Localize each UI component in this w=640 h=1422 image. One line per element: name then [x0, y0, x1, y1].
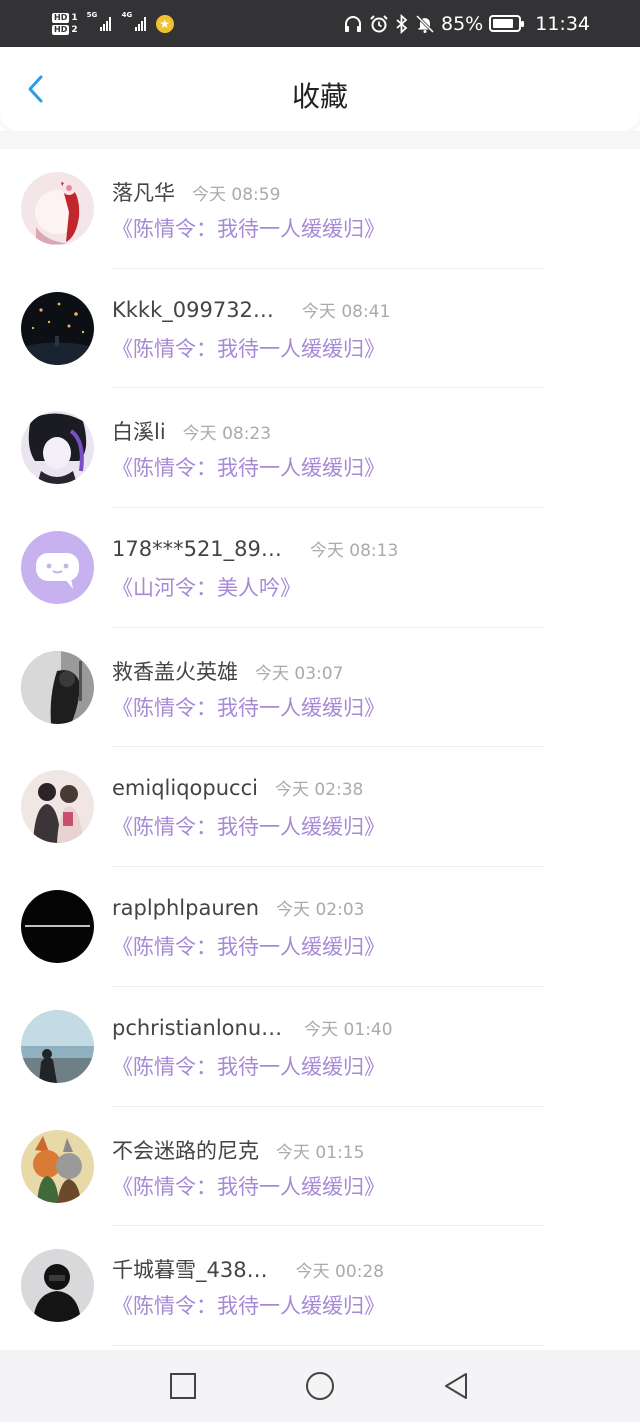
system-nav-bar [0, 1350, 640, 1422]
work-link[interactable]: 《山河令：美人吟》 [112, 572, 301, 602]
work-link[interactable]: 《陈情令：我待一人缓缓归》 [112, 213, 385, 243]
avatar[interactable] [21, 1249, 94, 1323]
user-name[interactable]: 救香盖火英雄 [112, 656, 238, 686]
home-button[interactable] [304, 1370, 336, 1402]
recent-apps-button[interactable] [167, 1370, 199, 1402]
back-triangle-icon [445, 1373, 467, 1399]
favorites-list: 落凡华 今天 08:59 《陈情令：我待一人缓缓归》 Kkkk_099732… … [0, 149, 640, 1346]
list-item[interactable]: 白溪li 今天 08:23 《陈情令：我待一人缓缓归》 [0, 388, 640, 509]
work-link[interactable]: 《陈情令：我待一人缓缓归》 [112, 1290, 385, 1320]
user-name[interactable]: 白溪li [112, 416, 166, 446]
signal-5g-icon: 5G [87, 11, 111, 31]
battery-percent: 85% [441, 12, 484, 35]
timestamp: 今天 02:03 [276, 900, 365, 921]
status-bar: HD 1 HD 2 5G 4G ★ 85% 11:34 [0, 0, 640, 47]
status-right: 85% 11:34 [343, 0, 590, 47]
list-item[interactable]: emiqliqopucci 今天 02:38 《陈情令：我待一人缓缓归》 [0, 747, 640, 868]
avatar[interactable] [21, 291, 94, 365]
user-name[interactable]: emiqliqopucci [112, 776, 258, 800]
user-name[interactable]: raplphlpauren [112, 896, 259, 920]
timestamp: 今天 08:23 [182, 424, 272, 445]
work-link[interactable]: 《陈情令：我待一人缓缓归》 [112, 1171, 385, 1201]
star-badge-icon: ★ [155, 15, 174, 33]
list-item[interactable]: 千城暮雪_438… 今天 00:28 《陈情令：我待一人缓缓归》 [0, 1226, 640, 1346]
list-item[interactable]: Kkkk_099732… 今天 08:41 《陈情令：我待一人缓缓归》 [0, 269, 640, 389]
user-name[interactable]: 不会迷路的尼克 [112, 1135, 259, 1165]
status-left: HD 1 HD 2 5G 4G ★ [52, 6, 174, 42]
list-item[interactable]: pchristianlonu… 今天 01:40 《陈情令：我待一人缓缓归》 [0, 987, 640, 1107]
list-item[interactable]: 不会迷路的尼克 今天 01:15 《陈情令：我待一人缓缓归》 [0, 1107, 640, 1227]
avatar[interactable] [21, 1009, 94, 1083]
name-line: 178***521_89… 今天 08:13 [112, 536, 398, 561]
avatar[interactable] [21, 411, 94, 485]
user-name[interactable]: 落凡华 [112, 177, 175, 207]
name-line: 白溪li 今天 08:23 [112, 416, 271, 446]
timestamp: 今天 02:38 [274, 780, 364, 801]
name-line: 不会迷路的尼克 今天 01:15 [112, 1135, 364, 1165]
timestamp: 今天 08:41 [301, 301, 391, 322]
list-item[interactable]: raplphlpauren 今天 02:03 《陈情令：我待一人缓缓归》 [0, 867, 640, 987]
mute-bell-icon [415, 14, 435, 33]
timestamp: 今天 08:13 [309, 541, 399, 562]
alarm-icon [370, 14, 388, 32]
headphones-icon [345, 15, 361, 32]
timestamp: 今天 01:40 [304, 1019, 393, 1040]
avatar[interactable] [21, 172, 94, 245]
header-spacer [0, 131, 640, 149]
work-link[interactable]: 《陈情令：我待一人缓缓归》 [112, 1051, 385, 1081]
name-line: raplphlpauren 今天 02:03 [112, 895, 364, 920]
home-circle-icon [306, 1372, 334, 1400]
timestamp: 今天 03:07 [255, 663, 344, 684]
recent-apps-square-icon [170, 1373, 196, 1399]
back-nav-button[interactable] [440, 1370, 472, 1402]
hd-indicator-1: HD 1 [52, 12, 78, 23]
list-item[interactable]: 178***521_89… 今天 08:13 《山河令：美人吟》 [0, 508, 640, 628]
page-title: 收藏 [291, 80, 348, 113]
name-line: Kkkk_099732… 今天 08:41 [112, 297, 390, 322]
avatar[interactable] [21, 1129, 94, 1203]
avatar[interactable] [21, 770, 94, 844]
work-link[interactable]: 《陈情令：我待一人缓缓归》 [112, 931, 385, 961]
list-item[interactable]: 落凡华 今天 08:59 《陈情令：我待一人缓缓归》 [0, 149, 640, 269]
name-line: 救香盖火英雄 今天 03:07 [112, 656, 343, 686]
divider [112, 1344, 544, 1346]
work-link[interactable]: 《陈情令：我待一人缓缓归》 [112, 333, 385, 363]
default-chat-avatar-icon [21, 531, 94, 605]
avatar[interactable] [21, 890, 94, 964]
battery-fill [493, 19, 514, 28]
avatar[interactable] [21, 531, 94, 605]
timestamp: 今天 00:28 [295, 1262, 384, 1283]
user-name[interactable]: pchristianlonu… [112, 1016, 282, 1040]
name-line: emiqliqopucci 今天 02:38 [112, 775, 363, 800]
work-link[interactable]: 《陈情令：我待一人缓缓归》 [112, 452, 385, 482]
user-name[interactable]: 178***521_89… [112, 537, 282, 561]
work-link[interactable]: 《陈情令：我待一人缓缓归》 [112, 811, 385, 841]
timestamp: 今天 01:15 [276, 1142, 365, 1163]
hd-indicator-2: HD 2 [52, 24, 78, 35]
battery-icon [489, 15, 525, 32]
title-bar: 收藏 [0, 47, 640, 131]
signal-4g-icon: 4G [122, 11, 146, 31]
avatar[interactable] [21, 650, 94, 724]
user-name[interactable]: 千城暮雪_438… [112, 1254, 268, 1284]
name-line: pchristianlonu… 今天 01:40 [112, 1015, 393, 1040]
bluetooth-icon [396, 13, 408, 34]
name-line: 落凡华 今天 08:59 [112, 177, 280, 207]
status-time: 11:34 [535, 12, 590, 35]
list-item[interactable]: 救香盖火英雄 今天 03:07 《陈情令：我待一人缓缓归》 [0, 628, 640, 748]
name-line: 千城暮雪_438… 今天 00:28 [112, 1254, 384, 1284]
work-link[interactable]: 《陈情令：我待一人缓缓归》 [112, 692, 385, 722]
timestamp: 今天 08:59 [192, 185, 281, 205]
user-name[interactable]: Kkkk_099732… [112, 298, 274, 322]
